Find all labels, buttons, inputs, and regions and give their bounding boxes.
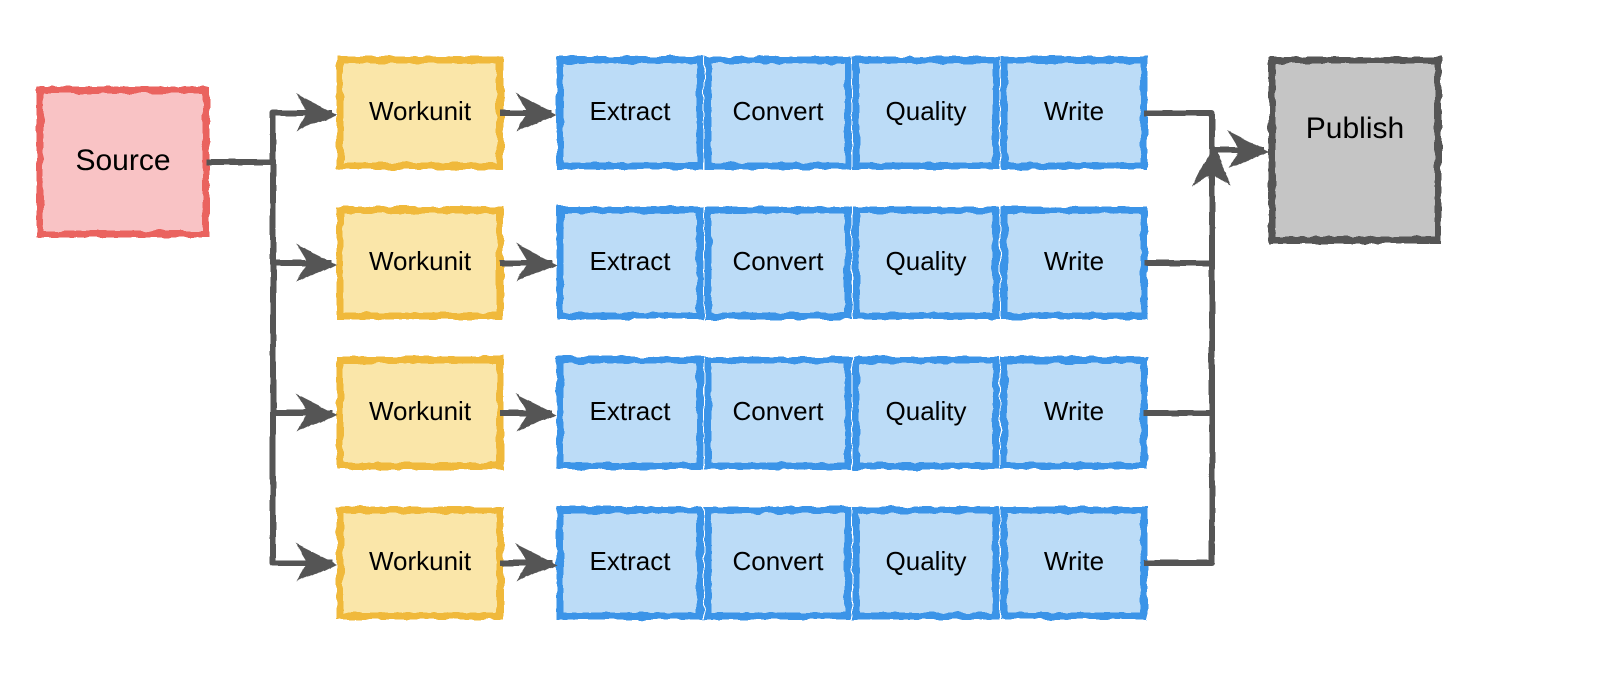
pipeline-diagram: Source Publish Workunit Extract Convert Quali… bbox=[0, 0, 1616, 690]
publish-label: Publish bbox=[1306, 112, 1404, 145]
stage-label-extract: Extract bbox=[590, 96, 672, 126]
workunit-label: Workunit bbox=[369, 396, 472, 426]
stage-label-convert: Convert bbox=[732, 546, 824, 576]
stage-label-write: Write bbox=[1044, 246, 1104, 276]
stage-label-quality: Quality bbox=[886, 96, 967, 126]
stage-label-convert: Convert bbox=[732, 246, 824, 276]
stage-label-quality: Quality bbox=[886, 396, 967, 426]
stage-label-convert: Convert bbox=[732, 96, 824, 126]
stage-label-quality: Quality bbox=[886, 546, 967, 576]
stage-label-extract: Extract bbox=[590, 396, 672, 426]
workunit-label: Workunit bbox=[369, 246, 472, 276]
stage-label-write: Write bbox=[1044, 96, 1104, 126]
stage-label-convert: Convert bbox=[732, 396, 824, 426]
workunit-label: Workunit bbox=[369, 546, 472, 576]
arrow-source-row3 bbox=[273, 162, 332, 563]
arrow-source-row2 bbox=[273, 162, 332, 413]
arrow-row0-publish bbox=[1144, 113, 1264, 150]
publish-box bbox=[1272, 60, 1438, 240]
source-label: Source bbox=[75, 144, 170, 177]
stage-label-extract: Extract bbox=[590, 246, 672, 276]
workunit-label: Workunit bbox=[369, 96, 472, 126]
arrow-row3-publish bbox=[1144, 150, 1212, 563]
stage-label-write: Write bbox=[1044, 546, 1104, 576]
stage-label-quality: Quality bbox=[886, 246, 967, 276]
stage-label-write: Write bbox=[1044, 396, 1104, 426]
arrow-row1-publish bbox=[1144, 150, 1212, 263]
stage-label-extract: Extract bbox=[590, 546, 672, 576]
arrow-source-row1 bbox=[273, 162, 332, 263]
arrow-row2-publish bbox=[1144, 150, 1212, 413]
arrow-source-row0 bbox=[206, 113, 332, 162]
